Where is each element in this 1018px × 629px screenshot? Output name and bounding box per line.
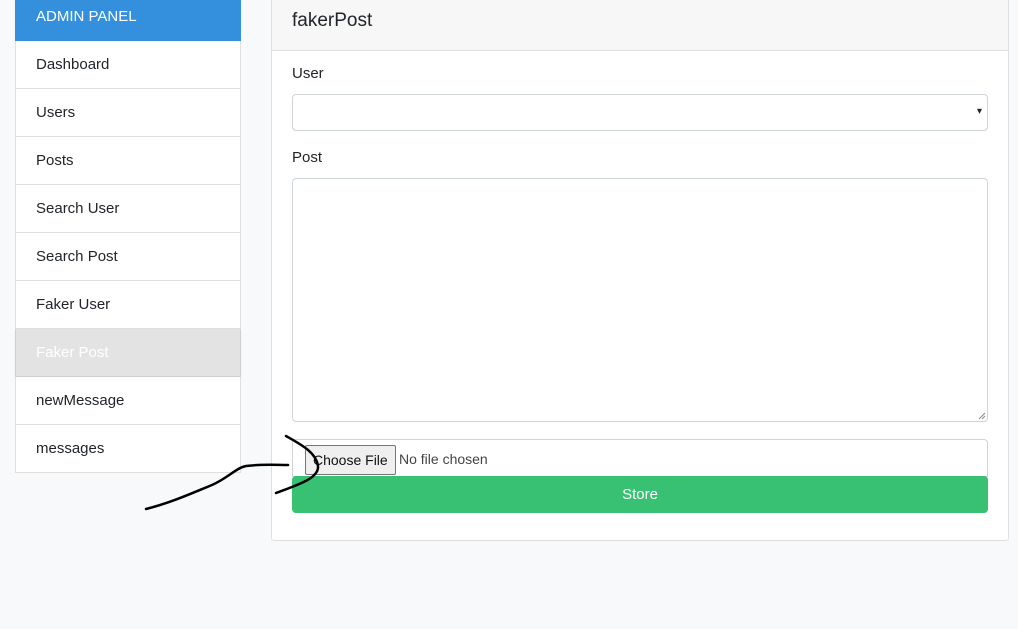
user-select[interactable]: ▾ <box>292 94 988 131</box>
sidebar-item-new-message[interactable]: newMessage <box>15 377 241 425</box>
sidebar-item-posts[interactable]: Posts <box>15 137 241 185</box>
sidebar-item-label: Faker Post <box>36 344 109 361</box>
card-title: fakerPost <box>272 0 1008 51</box>
chevron-down-icon: ▾ <box>976 106 982 117</box>
sidebar-item-label: Search Post <box>36 248 118 265</box>
sidebar-item-label: Dashboard <box>36 56 110 73</box>
choose-file-button[interactable]: Choose File <box>305 445 396 475</box>
sidebar-item-users[interactable]: Users <box>15 89 241 137</box>
faker-post-card: fakerPost User ▾ Post Choose File No fil… <box>271 0 1009 541</box>
file-status-text: No file chosen <box>399 451 488 467</box>
sidebar-item-faker-user[interactable]: Faker User <box>15 281 241 329</box>
sidebar-item-search-user[interactable]: Search User <box>15 185 241 233</box>
sidebar-item-search-post[interactable]: Search Post <box>15 233 241 281</box>
sidebar-item-label: Search User <box>36 200 120 217</box>
sidebar: ADMIN PANEL Dashboard Users Posts Search… <box>15 0 241 473</box>
sidebar-item-label: messages <box>36 440 105 457</box>
sidebar-item-label: newMessage <box>36 392 125 409</box>
post-label: Post <box>292 149 323 166</box>
sidebar-item-faker-post[interactable]: Faker Post <box>15 329 241 377</box>
sidebar-item-label: Users <box>36 104 76 121</box>
sidebar-item-dashboard[interactable]: Dashboard <box>15 41 241 89</box>
sidebar-item-label: Faker User <box>36 296 111 313</box>
sidebar-item-messages[interactable]: messages <box>15 425 241 473</box>
sidebar-header: ADMIN PANEL <box>15 0 241 41</box>
resize-grip-icon[interactable] <box>978 412 986 420</box>
store-button[interactable]: Store <box>292 476 988 513</box>
file-input: Choose File No file chosen <box>292 439 988 477</box>
user-label: User <box>292 65 324 82</box>
sidebar-item-label: Posts <box>36 152 74 169</box>
post-textarea[interactable] <box>292 178 988 422</box>
page: ADMIN PANEL Dashboard Users Posts Search… <box>0 0 1018 629</box>
